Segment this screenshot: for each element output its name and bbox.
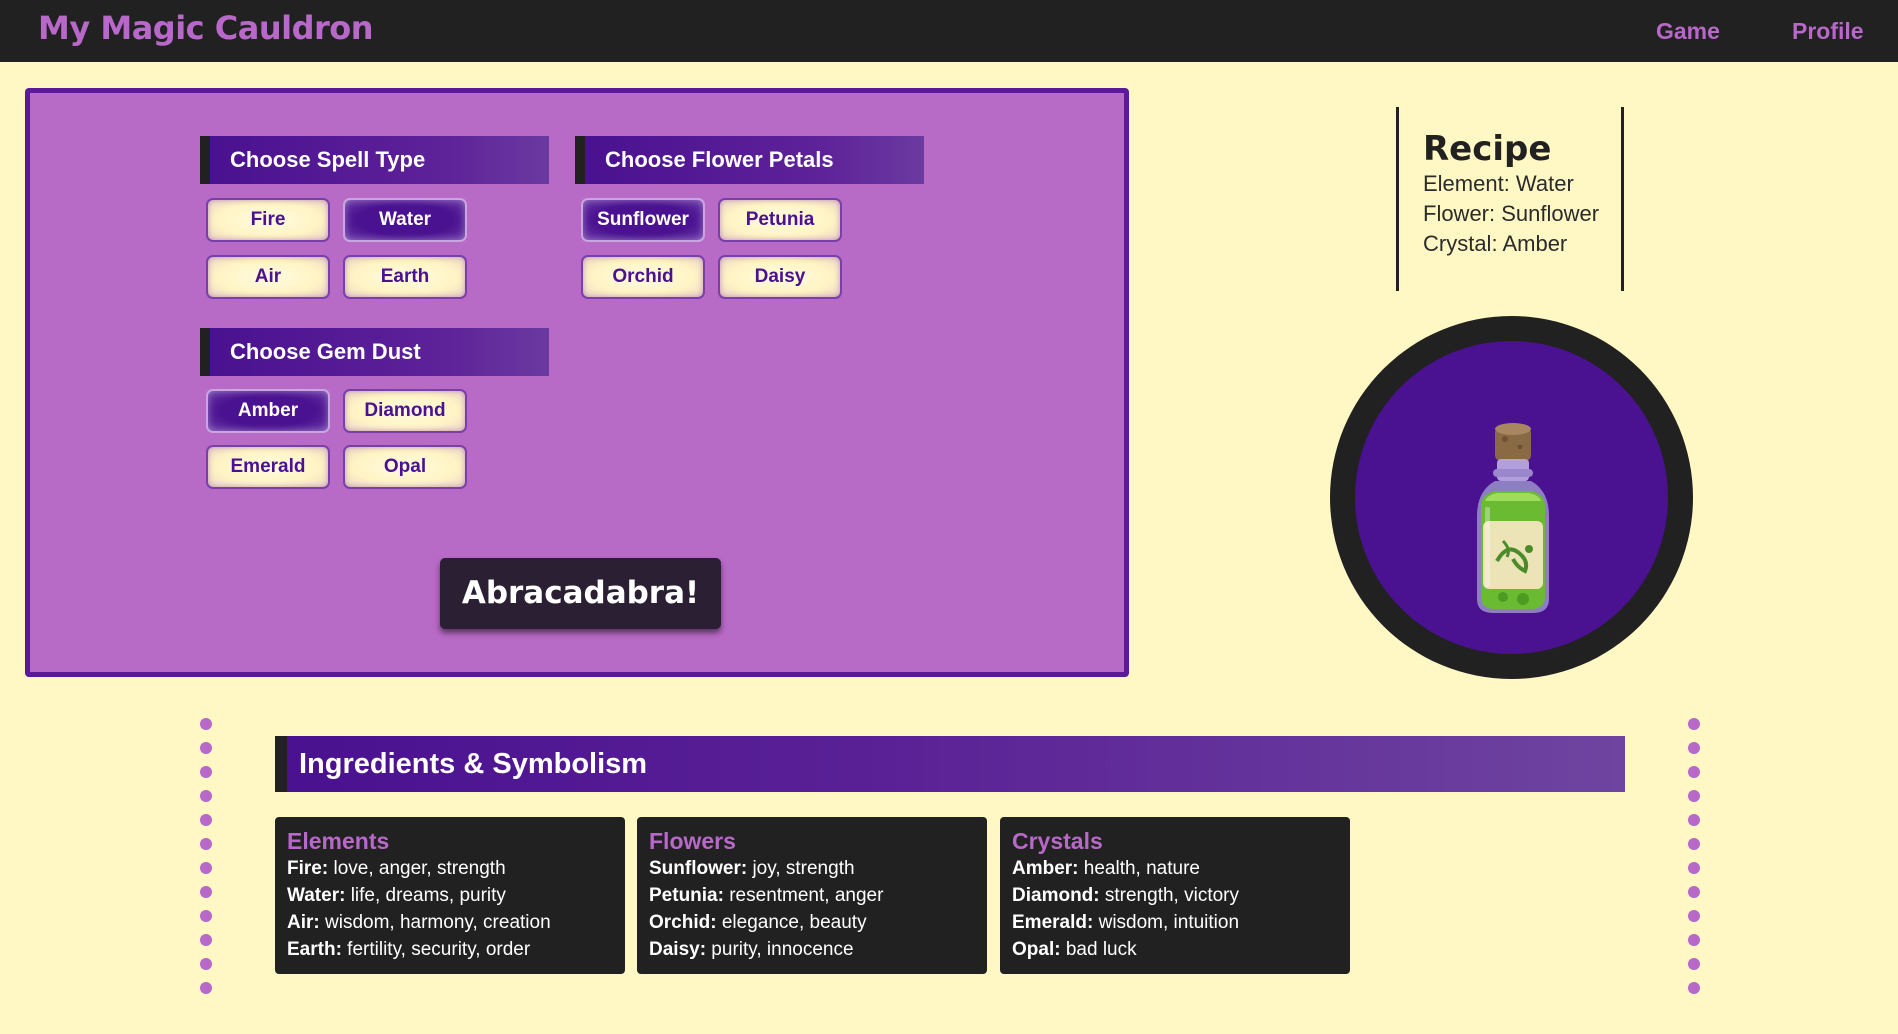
- gem-opal-button[interactable]: Opal: [343, 445, 467, 489]
- spell-type-air-button[interactable]: Air: [206, 255, 330, 299]
- spell-builder-panel: Choose Spell Type Fire Water Air Earth C…: [25, 88, 1129, 677]
- recipe-title: Recipe: [1423, 129, 1552, 169]
- cauldron-inner: [1355, 341, 1668, 654]
- recipe-card: Recipe Element: Water Flower: Sunflower …: [1396, 107, 1624, 291]
- card-row: Petunia: resentment, anger: [649, 885, 884, 906]
- flower-daisy-button[interactable]: Daisy: [718, 255, 842, 299]
- card-row: Amber: health, nature: [1012, 858, 1200, 879]
- abracadabra-button[interactable]: Abracadabra!: [440, 558, 721, 629]
- ingredients-heading: Ingredients & Symbolism: [275, 736, 1625, 792]
- dotted-rail-left: [200, 718, 212, 994]
- card-title: Crystals: [1012, 828, 1103, 854]
- flower-orchid-button[interactable]: Orchid: [581, 255, 705, 299]
- flower-petunia-button[interactable]: Petunia: [718, 198, 842, 242]
- card-title: Flowers: [649, 828, 736, 854]
- spell-type-water-button[interactable]: Water: [343, 198, 467, 242]
- flower-petals-heading: Choose Flower Petals: [575, 136, 924, 184]
- dotted-rail-right: [1688, 718, 1700, 994]
- spell-type-heading: Choose Spell Type: [200, 136, 549, 184]
- recipe-crystal: Crystal: Amber: [1423, 231, 1568, 256]
- cauldron: [1330, 316, 1693, 679]
- recipe-element: Element: Water: [1423, 171, 1574, 196]
- card-row: Emerald: wisdom, intuition: [1012, 912, 1240, 933]
- spell-type-earth-button[interactable]: Earth: [343, 255, 467, 299]
- brand-logo[interactable]: My Magic Cauldron: [38, 9, 374, 47]
- card-row: Daisy: purity, innocence: [649, 939, 854, 960]
- nav-link-profile[interactable]: Profile: [1792, 18, 1864, 45]
- recipe-flower: Flower: Sunflower: [1423, 201, 1600, 226]
- elements-card: Elements Fire: love, anger, strength Wat…: [275, 817, 625, 974]
- potion-bottle-icon: [1477, 423, 1549, 613]
- card-row: Water: life, dreams, purity: [287, 885, 506, 906]
- flowers-card: Flowers Sunflower: joy, strength Petunia…: [637, 817, 987, 974]
- crystals-card: Crystals Amber: health, nature Diamond: …: [1000, 817, 1350, 974]
- gem-diamond-button[interactable]: Diamond: [343, 389, 467, 433]
- card-row: Orchid: elegance, beauty: [649, 912, 867, 933]
- card-row: Air: wisdom, harmony, creation: [287, 912, 551, 933]
- card-row: Diamond: strength, victory: [1012, 885, 1239, 906]
- card-row: Opal: bad luck: [1012, 939, 1137, 960]
- card-row: Earth: fertility, security, order: [287, 939, 531, 960]
- card-row: Fire: love, anger, strength: [287, 858, 506, 879]
- gem-emerald-button[interactable]: Emerald: [206, 445, 330, 489]
- nav-link-game[interactable]: Game: [1656, 18, 1720, 45]
- spell-type-fire-button[interactable]: Fire: [206, 198, 330, 242]
- top-nav: My Magic Cauldron Game Profile: [0, 0, 1898, 62]
- card-row: Sunflower: joy, strength: [649, 858, 855, 879]
- gem-dust-heading: Choose Gem Dust: [200, 328, 549, 376]
- gem-amber-button[interactable]: Amber: [206, 389, 330, 433]
- flower-sunflower-button[interactable]: Sunflower: [581, 198, 705, 242]
- card-title: Elements: [287, 828, 390, 854]
